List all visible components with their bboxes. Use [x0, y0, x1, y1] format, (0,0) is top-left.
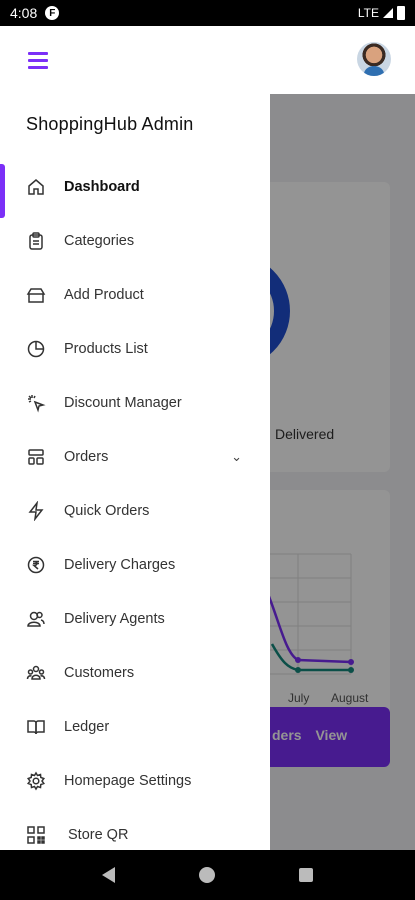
menu-label: Quick Orders [64, 503, 150, 519]
status-time: 4:08 [10, 5, 38, 21]
menu-label: Categories [64, 233, 135, 249]
status-bar: 4:08 F LTE [0, 0, 415, 26]
app-notification-icon: F [45, 6, 60, 20]
menu-item-add-product[interactable]: Add Product [0, 268, 270, 322]
menu-item-store-qr[interactable]: Store QR [0, 808, 270, 850]
gear-icon [26, 771, 46, 791]
pointer-click-icon [26, 393, 46, 413]
menu-item-discount-manager[interactable]: Discount Manager [0, 376, 270, 430]
menu-label: Store QR [68, 827, 129, 843]
recents-icon[interactable] [299, 868, 313, 882]
menu-item-categories[interactable]: Categories [0, 214, 270, 268]
users-icon [26, 609, 46, 629]
menu-item-ledger[interactable]: Ledger [0, 700, 270, 754]
navigation-drawer: ShoppingHub Admin Dashboard Categories A… [0, 94, 270, 850]
group-icon [26, 663, 46, 683]
signal-icon [383, 8, 393, 18]
menu-label: Ledger [64, 719, 110, 735]
top-app-bar [0, 26, 415, 94]
network-label: LTE [357, 6, 379, 20]
pie-chart-icon [26, 339, 46, 359]
qr-icon [26, 825, 46, 845]
menu-label: Delivery Agents [64, 611, 165, 627]
menu-item-delivery-agents[interactable]: Delivery Agents [0, 592, 270, 646]
drawer-title: ShoppingHub Admin [26, 114, 194, 134]
lightning-icon [26, 501, 46, 521]
menu-item-orders[interactable]: Orders ⌄ [0, 430, 270, 484]
box-icon [26, 285, 46, 305]
system-nav-bar [0, 850, 415, 900]
home-icon [26, 177, 46, 197]
home-button-icon[interactable] [199, 867, 215, 883]
back-icon[interactable] [102, 867, 115, 883]
menu-label: Homepage Settings [64, 773, 192, 789]
menu-item-quick-orders[interactable]: Quick Orders [0, 484, 270, 538]
menu-label: Add Product [64, 287, 144, 303]
rupee-icon [26, 555, 46, 575]
menu-label: Dashboard [64, 179, 140, 195]
battery-icon [397, 6, 405, 20]
menu-item-customers[interactable]: Customers [0, 646, 270, 700]
menu-item-products-list[interactable]: Products List [0, 322, 270, 376]
hamburger-icon[interactable] [28, 52, 48, 69]
menu-item-dashboard[interactable]: Dashboard [0, 160, 270, 214]
book-icon [26, 717, 46, 737]
avatar[interactable] [357, 42, 391, 76]
chevron-down-icon[interactable]: ⌄ [231, 449, 242, 465]
menu-item-homepage-settings[interactable]: Homepage Settings [0, 754, 270, 808]
menu-label: Delivery Charges [64, 557, 176, 573]
menu-label: Customers [64, 665, 135, 681]
menu-label: Orders [64, 449, 109, 465]
menu-label: Products List [64, 341, 148, 357]
menu-label: Discount Manager [64, 395, 182, 411]
menu-item-delivery-charges[interactable]: Delivery Charges [0, 538, 270, 592]
orders-icon [26, 447, 46, 467]
clipboard-icon [26, 231, 46, 251]
